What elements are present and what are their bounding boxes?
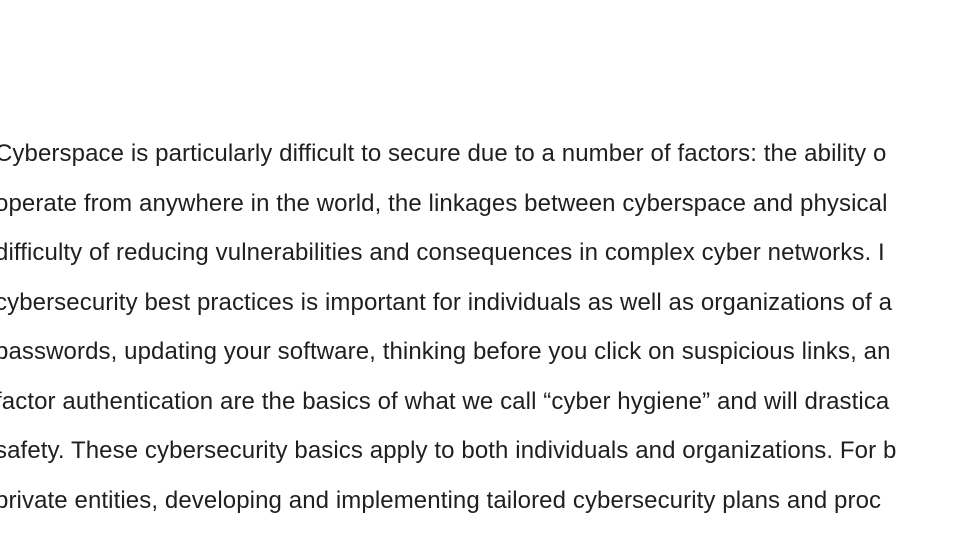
paragraph-line: Cyberspace is particularly difficult to … <box>0 140 887 167</box>
paragraph-line: operate from anywhere in the world, the … <box>0 189 888 217</box>
paragraph-line: cybersecurity best practices is importan… <box>0 288 893 316</box>
paragraph-line: safety. These cybersecurity basics apply… <box>0 437 897 464</box>
page-viewport: Cyberspace is particularly difficult to … <box>0 0 970 535</box>
paragraph-line: factor authentication are the basics of … <box>0 387 890 415</box>
paragraph-line: difficulty of reducing vulnerabilities a… <box>0 239 885 266</box>
paragraph-line: passwords, updating your software, think… <box>0 338 891 365</box>
paragraph-line: private entities, developing and impleme… <box>0 486 882 514</box>
article-paragraph: Cyberspace is particularly difficult to … <box>0 133 970 529</box>
